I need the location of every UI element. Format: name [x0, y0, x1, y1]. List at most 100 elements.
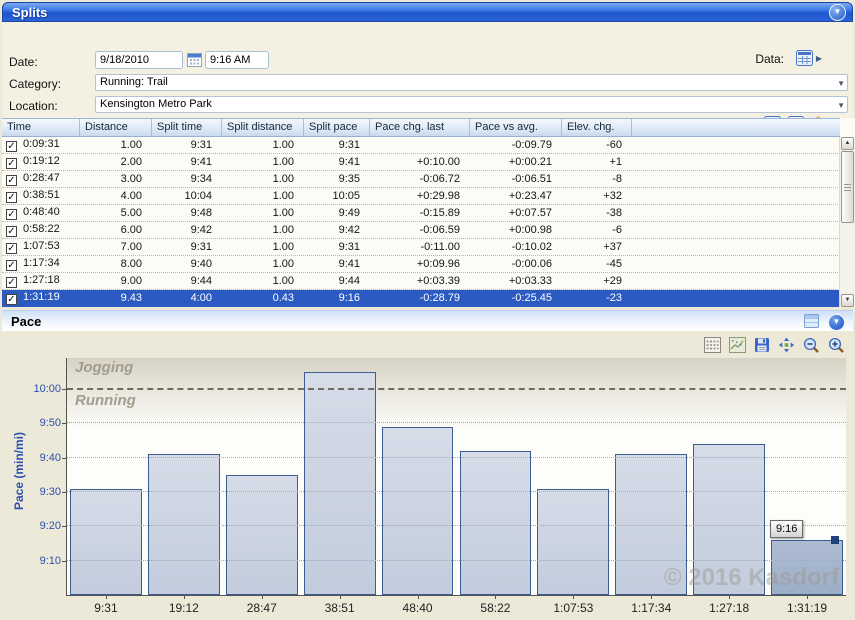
row-checkbox[interactable]: ✓	[6, 294, 17, 305]
table-row[interactable]: ✓1:27:189.009:441.009:44+0:03.39+0:03.33…	[2, 273, 840, 290]
gridline-9:20	[67, 525, 846, 526]
column-header-split-pace[interactable]: Split pace	[304, 119, 370, 136]
pace-bar[interactable]	[70, 489, 142, 595]
table-cell: +0:00.21	[470, 156, 562, 168]
y-tick-label: 9:50	[21, 417, 61, 429]
chevron-down-icon[interactable]: ▼	[837, 98, 845, 113]
scroll-up-icon[interactable]: ▲	[841, 137, 854, 150]
table-scrollbar[interactable]: ▲ ▼	[839, 137, 855, 307]
chevron-down-icon[interactable]: ▼	[837, 76, 845, 91]
table-cell: 9:31	[152, 139, 222, 151]
zone-label-running: Running	[75, 392, 136, 409]
pace-collapse-button[interactable]: ▼	[828, 314, 845, 331]
chart-toolbar	[704, 336, 845, 354]
table-row[interactable]: ✓0:28:473.009:341.009:35-0:06.72-0:06.51…	[2, 171, 840, 188]
table-cell: 9.00	[80, 275, 152, 287]
y-tick-label: 9:30	[21, 486, 61, 498]
row-checkbox[interactable]: ✓	[6, 260, 17, 271]
row-checkbox[interactable]: ✓	[6, 158, 17, 169]
category-dropdown[interactable]: Running: Trail ▼	[95, 74, 848, 91]
table-cell: +0:00.98	[470, 224, 562, 236]
table-cell: 1.00	[222, 241, 304, 253]
column-header-pace-chg-last[interactable]: Pace chg. last	[370, 119, 470, 136]
pace-bar[interactable]	[537, 489, 609, 595]
scroll-down-icon[interactable]: ▼	[841, 294, 854, 307]
table-cell: 1.00	[222, 224, 304, 236]
zoom-in-icon[interactable]	[828, 337, 845, 354]
x-tick-label: 1:07:53	[533, 601, 613, 615]
column-header-split-time[interactable]: Split time	[152, 119, 222, 136]
table-cell: ✓0:09:31	[2, 138, 80, 152]
time-input[interactable]	[205, 51, 269, 69]
table-row[interactable]: ✓0:58:226.009:421.009:42-0:06.59+0:00.98…	[2, 222, 840, 239]
x-tick	[729, 595, 730, 599]
location-dropdown[interactable]: Kensington Metro Park ▼	[95, 96, 848, 113]
thumb-grip	[844, 184, 851, 185]
table-row[interactable]: ✓1:07:537.009:311.009:31-0:11.00-0:10.02…	[2, 239, 840, 256]
table-cell: 9:41	[152, 156, 222, 168]
table-row[interactable]: ✓0:09:311.009:311.009:31-0:09.79-60	[2, 137, 840, 154]
table-cell: 1.00	[222, 190, 304, 202]
table-cell: 9:31	[304, 241, 370, 253]
x-tick	[495, 595, 496, 599]
table-view-icon[interactable]	[704, 337, 721, 353]
x-tick	[573, 595, 574, 599]
table-cell: 9:48	[152, 207, 222, 219]
location-value: Kensington Metro Park	[100, 98, 212, 110]
table-cell: 0.43	[222, 292, 304, 304]
row-checkbox[interactable]: ✓	[6, 226, 17, 237]
y-tick	[62, 389, 66, 390]
table-row[interactable]: ✓0:19:122.009:411.009:41+0:10.00+0:00.21…	[2, 154, 840, 171]
save-icon[interactable]	[754, 337, 770, 353]
splits-collapse-button[interactable]: ▼	[829, 4, 846, 21]
table-cell: 1.00	[80, 139, 152, 151]
date-label: Date:	[9, 55, 38, 69]
table-cell: 4:00	[152, 292, 222, 304]
column-header-distance[interactable]: Distance	[80, 119, 152, 136]
data-flyout-arrow-icon[interactable]: ▶	[816, 54, 822, 63]
column-header-pace-vs-avg-[interactable]: Pace vs avg.	[470, 119, 562, 136]
row-checkbox[interactable]: ✓	[6, 277, 17, 288]
row-checkbox[interactable]: ✓	[6, 243, 17, 254]
pace-bar[interactable]	[382, 427, 454, 595]
column-header-time[interactable]: Time	[2, 119, 80, 136]
table-cell: -38	[562, 207, 632, 219]
column-header-split-distance[interactable]: Split distance	[222, 119, 304, 136]
auto-fit-icon[interactable]	[778, 337, 795, 353]
panel-layout-icon[interactable]	[804, 314, 819, 328]
pace-bar[interactable]	[304, 372, 376, 595]
zone-band-jogging	[67, 358, 846, 389]
zoom-out-icon[interactable]	[803, 337, 820, 354]
table-cell: +0:10.00	[370, 156, 470, 168]
table-row[interactable]: ✓0:38:514.0010:041.0010:05+0:29.98+0:23.…	[2, 188, 840, 205]
table-cell: 6.00	[80, 224, 152, 236]
calendar-icon[interactable]	[187, 53, 202, 67]
pace-bar[interactable]	[460, 451, 532, 595]
table-row[interactable]: ✓1:17:348.009:401.009:41+0:09.96-0:00.06…	[2, 256, 840, 273]
chart-style-icon[interactable]	[729, 337, 746, 353]
table-cell: -6	[562, 224, 632, 236]
row-checkbox[interactable]: ✓	[6, 175, 17, 186]
scrollbar-thumb[interactable]	[841, 151, 854, 223]
table-header-row: TimeDistanceSplit timeSplit distanceSpli…	[2, 118, 840, 137]
date-input[interactable]	[95, 51, 183, 69]
row-checkbox[interactable]: ✓	[6, 192, 17, 203]
category-label: Category:	[9, 77, 61, 91]
data-label: Data:	[755, 52, 784, 66]
table-row[interactable]: ✓0:48:405.009:481.009:49-0:15.89+0:07.57…	[2, 205, 840, 222]
table-cell: 9:44	[152, 275, 222, 287]
table-row[interactable]: ✓1:31:199.434:000.439:16-0:28.79-0:25.45…	[2, 290, 840, 307]
x-tick	[651, 595, 652, 599]
x-tick-label: 38:51	[300, 601, 380, 615]
table-cell: 8.00	[80, 258, 152, 270]
splits-window: Splits ▼ Date: Data: ▶ Category: Running…	[0, 0, 855, 620]
table-cell: 9:16	[304, 292, 370, 304]
data-grid-icon[interactable]	[796, 50, 813, 66]
row-checkbox[interactable]: ✓	[6, 209, 17, 220]
table-cell: -0:25.45	[470, 292, 562, 304]
x-tick	[418, 595, 419, 599]
row-checkbox[interactable]: ✓	[6, 141, 17, 152]
table-cell: -60	[562, 139, 632, 151]
pace-bar[interactable]	[226, 475, 298, 595]
column-header-elev-chg-[interactable]: Elev. chg.	[562, 119, 632, 136]
